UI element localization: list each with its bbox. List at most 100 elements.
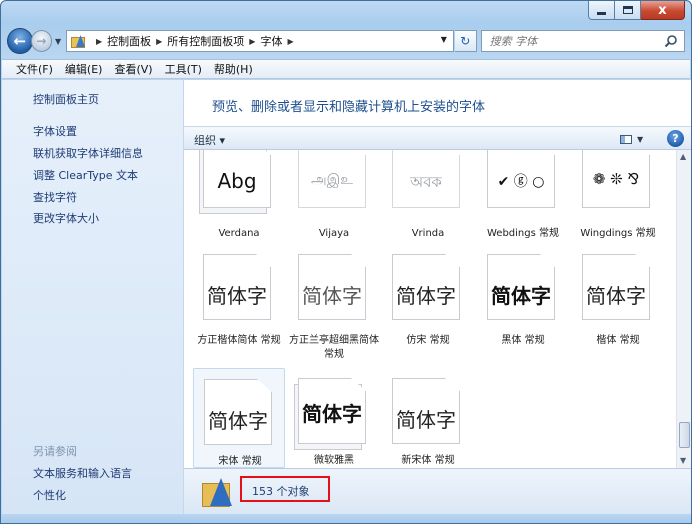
font-tile-kaiti[interactable]: 简体字 楷体 常规 bbox=[572, 254, 664, 366]
breadcrumb-all-items[interactable]: 所有控制面板项 bbox=[167, 33, 244, 49]
refresh-icon: ↻ bbox=[460, 34, 471, 48]
organize-button[interactable]: 组织 ▾ bbox=[194, 132, 225, 148]
menu-view[interactable]: 查看(V) bbox=[108, 61, 158, 77]
font-preview: 简体字 bbox=[396, 284, 456, 308]
chevron-down-icon: ▼ bbox=[55, 36, 62, 46]
font-name: 方正兰亭超细黑简体 常规 bbox=[289, 335, 379, 360]
chevron-right-icon[interactable]: ▶ bbox=[287, 37, 293, 46]
scroll-up-icon[interactable]: ▲ bbox=[680, 152, 686, 161]
change-font-size-link[interactable]: 更改字体大小 bbox=[33, 210, 99, 226]
menu-bar: 文件(F) 编辑(E) 查看(V) 工具(T) 帮助(H) bbox=[2, 59, 690, 79]
breadcrumb-fonts[interactable]: 字体 bbox=[260, 33, 282, 49]
cleartype-link[interactable]: 调整 ClearType 文本 bbox=[33, 167, 138, 183]
font-preview: Abg bbox=[217, 169, 257, 193]
font-preview: 简体字 bbox=[302, 402, 362, 426]
vertical-scrollbar[interactable]: ▲ ▼ bbox=[676, 150, 691, 468]
see-also-heading: 另请参阅 bbox=[33, 445, 77, 458]
font-name: Vijaya bbox=[318, 228, 350, 239]
text-services-link[interactable]: 文本服务和输入语言 bbox=[33, 465, 132, 481]
font-tile-fz-kaiti[interactable]: 简体字 方正楷体简体 常规 bbox=[193, 254, 285, 366]
font-tile-songti[interactable]: 简体字 宋体 常规 bbox=[193, 368, 285, 468]
caption-buttons: x bbox=[588, 1, 685, 21]
font-name: 仿宋 常规 bbox=[406, 335, 450, 346]
back-button[interactable]: ← bbox=[7, 28, 33, 54]
window-bottom-frame bbox=[1, 514, 691, 523]
navigation-pane: 控制面板主页 字体设置 联机获取字体详细信息 调整 ClearType 文本 查… bbox=[2, 80, 184, 514]
font-name: 宋体 常规 bbox=[218, 456, 262, 467]
font-tile-yahei[interactable]: 简体字 微软雅黑 bbox=[288, 368, 380, 468]
fonts-folder-icon bbox=[202, 475, 234, 509]
chevron-right-icon[interactable]: ▶ bbox=[96, 37, 102, 46]
address-bar[interactable]: ▶ 控制面板 ▶ 所有控制面板项 ▶ 字体 ▶ ▼ bbox=[65, 30, 454, 52]
forward-button[interactable]: → bbox=[30, 30, 53, 52]
font-preview: 简体字 bbox=[586, 284, 646, 308]
arrow-right-icon: → bbox=[36, 34, 47, 48]
details-pane: 153 个对象 bbox=[184, 468, 691, 514]
refresh-button[interactable]: ↻ bbox=[454, 30, 477, 52]
command-bar: 组织 ▾ ▼ ? bbox=[184, 126, 691, 150]
online-font-info-link[interactable]: 联机获取字体详细信息 bbox=[33, 145, 143, 161]
font-tile-webdings[interactable]: ✔ ⓖ ○ Webdings 常规 bbox=[477, 150, 569, 246]
font-name: 方正楷体简体 常规 bbox=[197, 335, 281, 346]
font-tile-verdana[interactable]: Abg Verdana bbox=[193, 150, 285, 246]
font-preview: অবক bbox=[410, 173, 442, 191]
recent-pages-button[interactable]: ▼ bbox=[52, 37, 64, 46]
font-preview: அஇஉ bbox=[311, 172, 353, 188]
scroll-thumb[interactable] bbox=[679, 422, 690, 448]
font-name: Webdings 常规 bbox=[486, 228, 559, 239]
font-grid: Abg Verdana அஇஉ Vijaya অবক Vrinda ✔ ⓖ ○ … bbox=[184, 150, 676, 468]
font-name: 新宋体 常规 bbox=[401, 455, 455, 466]
change-view-button[interactable]: ▼ bbox=[620, 131, 650, 147]
menu-file[interactable]: 文件(F) bbox=[10, 61, 59, 77]
control-panel-home-link[interactable]: 控制面板主页 bbox=[33, 91, 99, 107]
arrow-left-icon: ← bbox=[13, 32, 27, 50]
search-icon[interactable] bbox=[664, 34, 678, 48]
font-tile-fz-lanting[interactable]: 简体字 方正兰亭超细黑简体 常规 bbox=[288, 254, 380, 366]
search-input[interactable] bbox=[489, 34, 660, 48]
font-name: Vrinda bbox=[411, 228, 445, 239]
navigation-row: ← → ▼ ▶ 控制面板 ▶ 所有控制面板项 ▶ 字体 ▶ ▼ ↻ bbox=[7, 28, 685, 54]
breadcrumb: ▶ 控制面板 ▶ 所有控制面板项 ▶ 字体 ▶ bbox=[91, 33, 299, 49]
chevron-down-icon: ▼ bbox=[637, 134, 644, 144]
font-name: 微软雅黑 bbox=[314, 455, 354, 466]
minimize-icon bbox=[597, 11, 606, 15]
font-preview: 简体字 bbox=[491, 284, 551, 308]
font-tile-fangsong[interactable]: 简体字 仿宋 常规 bbox=[382, 254, 474, 366]
address-dropdown-icon[interactable]: ▼ bbox=[441, 35, 447, 44]
chevron-right-icon[interactable]: ▶ bbox=[249, 37, 255, 46]
menu-help[interactable]: 帮助(H) bbox=[208, 61, 259, 77]
minimize-button[interactable] bbox=[588, 1, 615, 20]
font-tile-vrinda[interactable]: অবক Vrinda bbox=[382, 150, 474, 246]
item-count: 153 个对象 bbox=[240, 476, 330, 502]
font-preview: 简体字 bbox=[396, 408, 456, 432]
menu-tools[interactable]: 工具(T) bbox=[159, 61, 208, 77]
scroll-down-icon[interactable]: ▼ bbox=[680, 456, 686, 465]
content-pane: 预览、删除或者显示和隐藏计算机上安装的字体 组织 ▾ ▼ ? Abg Verda… bbox=[184, 80, 691, 514]
breadcrumb-control-panel[interactable]: 控制面板 bbox=[107, 33, 151, 49]
font-preview: 简体字 bbox=[207, 284, 267, 308]
font-tile-heiti[interactable]: 简体字 黑体 常规 bbox=[477, 254, 569, 366]
font-preview: 简体字 bbox=[302, 284, 362, 308]
maximize-button[interactable] bbox=[615, 1, 641, 20]
font-name: 黑体 常规 bbox=[501, 335, 545, 346]
search-box[interactable] bbox=[480, 30, 685, 52]
personalization-link[interactable]: 个性化 bbox=[33, 487, 66, 503]
menu-edit[interactable]: 编辑(E) bbox=[59, 61, 109, 77]
font-tile-nsimsun[interactable]: 简体字 新宋体 常规 bbox=[382, 368, 474, 468]
font-settings-link[interactable]: 字体设置 bbox=[33, 123, 77, 139]
find-character-link[interactable]: 查找字符 bbox=[33, 189, 77, 205]
maximize-icon bbox=[622, 6, 633, 14]
font-tile-vijaya[interactable]: அஇஉ Vijaya bbox=[288, 150, 380, 246]
font-tile-wingdings[interactable]: ❁ ❊ ⅋ Wingdings 常规 bbox=[572, 150, 664, 246]
fonts-folder-icon bbox=[70, 34, 87, 48]
close-button[interactable]: x bbox=[641, 1, 685, 20]
font-preview: 简体字 bbox=[208, 409, 268, 433]
help-button[interactable]: ? bbox=[667, 130, 684, 147]
font-name: 楷体 常规 bbox=[596, 335, 640, 346]
page-title: 预览、删除或者显示和隐藏计算机上安装的字体 bbox=[212, 100, 486, 115]
font-preview: ✔ ⓖ ○ bbox=[497, 174, 545, 190]
font-name: Wingdings 常规 bbox=[580, 228, 656, 239]
explorer-window: x ← → ▼ ▶ 控制面板 ▶ 所有控制面板项 ▶ 字体 ▶ ▼ ↻ 搜索 字… bbox=[0, 0, 692, 524]
chevron-right-icon[interactable]: ▶ bbox=[156, 37, 162, 46]
font-name: Verdana bbox=[218, 228, 260, 239]
